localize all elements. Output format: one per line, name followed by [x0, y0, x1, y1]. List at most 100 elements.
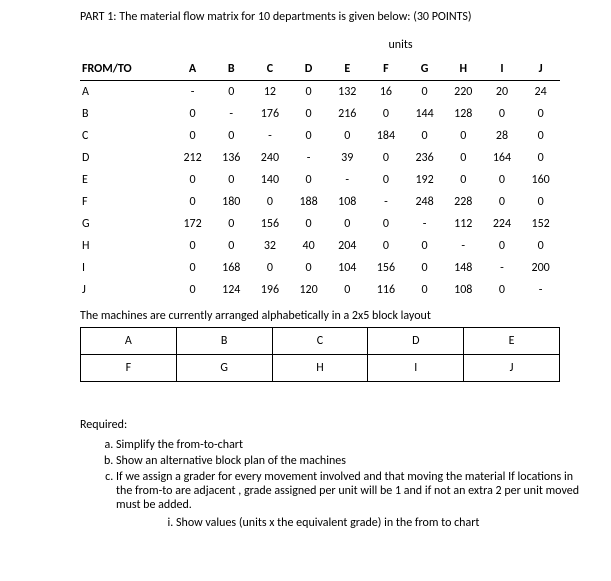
row-label: A: [80, 81, 173, 104]
layout-row: A B C D E: [81, 328, 560, 355]
req-item-b: Show an alternative block plan of the ma…: [116, 454, 581, 468]
matrix-cell: 0: [483, 279, 522, 301]
matrix-cell: 0: [521, 191, 560, 213]
matrix-cell: 20: [483, 81, 522, 104]
col-header: F: [367, 58, 406, 81]
layout-cell: I: [368, 355, 464, 382]
matrix-cell: 0: [367, 213, 406, 235]
flow-matrix-table: FROM/TO A B C D E F G H I J A-0120132160…: [80, 58, 560, 301]
matrix-cell: 0: [367, 103, 406, 125]
matrix-row: I0168001041560148-200: [80, 257, 560, 279]
col-header: D: [289, 58, 328, 81]
matrix-cell: 0: [483, 191, 522, 213]
matrix-cell: 0: [483, 235, 522, 257]
req-item-c-text: If we assign a grader for every movement…: [116, 470, 579, 512]
matrix-cell: 156: [367, 257, 406, 279]
col-header: B: [212, 58, 251, 81]
matrix-cell: 0: [173, 235, 212, 257]
matrix-cell: 104: [328, 257, 367, 279]
matrix-cell: 212: [173, 147, 212, 169]
matrix-cell: 140: [251, 169, 290, 191]
matrix-cell: 0: [328, 213, 367, 235]
matrix-cell: -: [405, 213, 444, 235]
matrix-cell: 12: [251, 81, 290, 104]
matrix-cell: 220: [444, 81, 483, 104]
row-label: J: [80, 279, 173, 301]
row-label: E: [80, 169, 173, 191]
matrix-cell: 0: [173, 169, 212, 191]
matrix-cell: 228: [444, 191, 483, 213]
matrix-cell: 0: [328, 125, 367, 147]
part-title: PART 1: The material flow matrix for 10 …: [80, 10, 581, 24]
matrix-cell: 0: [444, 147, 483, 169]
matrix-cell: 0: [251, 257, 290, 279]
matrix-cell: 0: [289, 257, 328, 279]
matrix-cell: 0: [405, 257, 444, 279]
matrix-cell: 176: [251, 103, 290, 125]
row-label: B: [80, 103, 173, 125]
matrix-cell: 0: [444, 169, 483, 191]
matrix-cell: 0: [405, 81, 444, 104]
matrix-cell: 0: [405, 235, 444, 257]
matrix-cell: 40: [289, 235, 328, 257]
row-label: F: [80, 191, 173, 213]
matrix-cell: 200: [521, 257, 560, 279]
matrix-row: H00324020400-00: [80, 235, 560, 257]
matrix-cell: 0: [405, 279, 444, 301]
matrix-row: G1720156000-112224152: [80, 213, 560, 235]
matrix-cell: -: [289, 147, 328, 169]
matrix-cell: 0: [212, 81, 251, 104]
matrix-cell: 0: [173, 279, 212, 301]
matrix-cell: 0: [367, 169, 406, 191]
matrix-cell: 216: [328, 103, 367, 125]
units-label: units: [220, 38, 581, 52]
matrix-cell: 0: [212, 213, 251, 235]
matrix-cell: 0: [173, 125, 212, 147]
matrix-cell: 164: [483, 147, 522, 169]
matrix-header-row: FROM/TO A B C D E F G H I J: [80, 58, 560, 81]
matrix-cell: 196: [251, 279, 290, 301]
matrix-row: A-01201321602202024: [80, 81, 560, 104]
col-header: G: [405, 58, 444, 81]
req-item-a: Simplify the from-to-chart: [116, 438, 581, 452]
layout-row: F G H I J: [81, 355, 560, 382]
matrix-cell: 39: [328, 147, 367, 169]
matrix-cell: 240: [251, 147, 290, 169]
matrix-cell: 0: [289, 213, 328, 235]
matrix-cell: 0: [521, 235, 560, 257]
matrix-cell: 188: [289, 191, 328, 213]
matrix-cell: 0: [212, 169, 251, 191]
block-layout-table: A B C D E F G H I J: [80, 327, 560, 382]
layout-note: The machines are currently arranged alph…: [80, 309, 581, 323]
matrix-cell: 144: [405, 103, 444, 125]
matrix-cell: 108: [444, 279, 483, 301]
matrix-cell: 180: [212, 191, 251, 213]
layout-cell: A: [81, 328, 177, 355]
col-header: E: [328, 58, 367, 81]
matrix-cell: 16: [367, 81, 406, 104]
matrix-cell: 24: [521, 81, 560, 104]
matrix-cell: 168: [212, 257, 251, 279]
col-header: C: [251, 58, 290, 81]
matrix-cell: 0: [251, 191, 290, 213]
col-header: I: [483, 58, 522, 81]
sub-list: Show values (units x the equivalent grad…: [116, 516, 581, 530]
layout-cell: H: [272, 355, 368, 382]
row-label: H: [80, 235, 173, 257]
layout-cell: J: [464, 355, 560, 382]
sub-item-i: Show values (units x the equivalent grad…: [176, 516, 581, 530]
matrix-row: F01800188108-24822800: [80, 191, 560, 213]
col-header: A: [173, 58, 212, 81]
matrix-cell: 116: [367, 279, 406, 301]
row-label: C: [80, 125, 173, 147]
matrix-cell: 160: [521, 169, 560, 191]
matrix-cell: -: [521, 279, 560, 301]
matrix-cell: 192: [405, 169, 444, 191]
matrix-cell: 0: [289, 125, 328, 147]
layout-cell: G: [176, 355, 272, 382]
matrix-cell: 0: [289, 103, 328, 125]
matrix-cell: 0: [367, 147, 406, 169]
layout-cell: D: [368, 328, 464, 355]
matrix-cell: 0: [521, 125, 560, 147]
matrix-row: J0124196120011601080-: [80, 279, 560, 301]
